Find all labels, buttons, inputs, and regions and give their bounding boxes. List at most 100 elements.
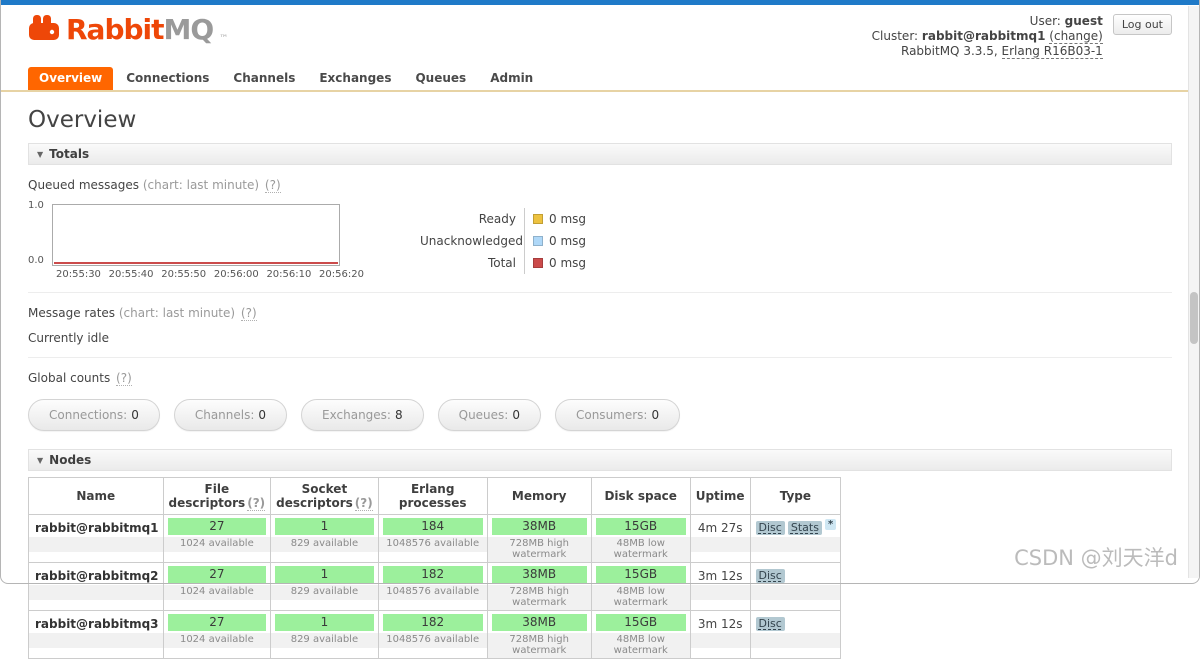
type-cell: Disc Stats *	[749, 514, 842, 563]
x-tick: 20:55:30	[56, 269, 101, 280]
memory-cell: 38MB 728MB high watermark	[486, 562, 592, 611]
usage-bar: 1	[275, 614, 374, 631]
node-name-cell: rabbit@rabbitmq2	[28, 562, 164, 611]
pill-value: 0	[131, 408, 139, 422]
tab-queues[interactable]: Queues	[404, 67, 477, 90]
pill-value: 0	[651, 408, 660, 422]
cluster-value: rabbit@rabbitmq1	[921, 29, 1046, 43]
legend-swatch-total	[533, 258, 543, 268]
col-type: Type	[749, 477, 842, 515]
queued-messages-chart-area: 1.0 0.0 20:55:30 20:55:40 20:55:50 20:56…	[28, 200, 1172, 280]
file-descriptors-help-icon[interactable]: (?)	[247, 496, 266, 511]
disk-space-cell: 15GB 48MB low watermark	[590, 562, 691, 611]
usage-bar: 27	[167, 518, 267, 535]
nodes-table: Name File descriptors (?) Socket descript…	[28, 477, 842, 659]
usage-bar: 27	[167, 566, 267, 583]
divider	[28, 357, 1172, 358]
node-row-rabbitmq1: rabbit@rabbitmq1 27 1024 available 1 829 a…	[28, 514, 842, 563]
legend-value-unacknowledged: 0 msg	[549, 234, 587, 248]
x-tick: 20:56:10	[266, 269, 312, 280]
pill-value: 0	[512, 408, 520, 422]
memory-cell: 38MB 728MB high watermark	[486, 514, 592, 563]
page-title: Overview	[28, 107, 137, 133]
pill-label: Connections:	[49, 408, 128, 422]
pill-value: 8	[394, 408, 403, 422]
message-rates-help-icon[interactable]: (?)	[240, 306, 257, 321]
tab-admin[interactable]: Admin	[479, 67, 544, 90]
header-meta-block: User: guest Cluster: rabbit@rabbitmq1 (c…	[872, 14, 1172, 59]
logo-wordmark: RabbitMQ	[66, 13, 214, 46]
logo-text-rabbit: Rabbit	[66, 13, 165, 46]
legend-entry-total: 0 msg	[524, 252, 586, 274]
logout-button[interactable]: Log out	[1112, 14, 1172, 35]
legend-entry-ready: 0 msg	[524, 208, 586, 230]
section-header-totals[interactable]: ▼ Totals	[28, 143, 1172, 165]
usage-bar: 27	[167, 614, 267, 631]
tab-connections[interactable]: Connections	[115, 67, 220, 90]
legend-value-ready: 0 msg	[549, 212, 587, 226]
disk-space-cell: 15GB 48MB low watermark	[590, 610, 691, 659]
nodes-table-header-row: Name File descriptors (?) Socket descript…	[28, 477, 842, 515]
pill-value: 0	[258, 408, 267, 422]
col-memory: Memory	[486, 477, 592, 515]
queued-messages-heading: Queued messages (chart: last minute) (?)	[28, 178, 1172, 193]
file-descriptors-cell: 27 1024 available	[162, 610, 272, 659]
x-tick: 20:55:40	[108, 269, 154, 280]
col-socket-descriptors: Socket descriptors (?)	[270, 477, 379, 515]
memory-cell: 38MB 728MB high watermark	[486, 610, 592, 659]
node-type-badge-disc: Disc	[755, 569, 785, 583]
usage-bar: 182	[382, 566, 483, 583]
queued-messages-chart	[52, 204, 340, 266]
node-type-badge-stats: Stats	[787, 521, 822, 535]
rabbit-icon	[29, 15, 59, 40]
tab-exchanges[interactable]: Exchanges	[308, 67, 402, 90]
file-descriptors-cell: 27 1024 available	[162, 562, 272, 611]
pill-label: Consumers:	[575, 408, 648, 422]
pill-label: Queues:	[458, 408, 509, 422]
legend-label-ready: Ready	[478, 212, 516, 226]
tab-overview[interactable]: Overview	[28, 67, 114, 90]
legend-value-total: 0 msg	[549, 256, 587, 270]
global-counts-help-icon[interactable]: (?)	[116, 371, 132, 386]
usage-bar: 38MB	[491, 518, 587, 535]
user-label: User:	[1029, 14, 1061, 28]
erlang-version-link[interactable]: Erlang R16B03-1	[1001, 44, 1103, 59]
count-pill-consumers: Consumers: 0	[554, 399, 681, 431]
section-header-nodes[interactable]: ▼ Nodes	[28, 449, 1172, 471]
file-descriptors-cell: 27 1024 available	[162, 514, 272, 563]
version-line: RabbitMQ 3.3.5, Erlang R16B03-1	[872, 44, 1103, 59]
node-type-badge-disc: Disc	[755, 617, 785, 631]
queued-messages-help-icon[interactable]: (?)	[264, 178, 281, 193]
cluster-change-link[interactable]: (change)	[1049, 29, 1103, 44]
col-erlang-processes: Erlang processes	[377, 477, 488, 515]
chart-total-series-line	[54, 262, 338, 264]
global-counts-label: Global counts	[28, 371, 111, 385]
session-info: User: guest Cluster: rabbit@rabbitmq1 (c…	[872, 14, 1103, 59]
scrollbar-thumb[interactable]	[1190, 292, 1198, 344]
usage-bar: 1	[275, 566, 374, 583]
global-counts-pills: Connections: 0 Channels: 0 Exchanges: 8 Que…	[28, 399, 1172, 431]
legend-label-total: Total	[487, 256, 516, 270]
type-cell: Disc	[749, 610, 842, 659]
tab-channels[interactable]: Channels	[222, 67, 306, 90]
legend-swatch-ready	[533, 214, 543, 224]
cluster-line: Cluster: rabbit@rabbitmq1 (change)	[872, 29, 1103, 44]
usage-bar: 182	[382, 614, 483, 631]
socket-descriptors-cell: 1 829 available	[270, 562, 379, 611]
count-pill-channels: Channels: 0	[173, 399, 288, 431]
rabbitmq-logo: RabbitMQ ™	[28, 14, 228, 46]
node-name-cell: rabbit@rabbitmq3	[28, 610, 164, 659]
x-tick: 20:56:20	[319, 269, 364, 280]
col-disk-space: Disk space	[590, 477, 691, 515]
socket-descriptors-help-icon[interactable]: (?)	[354, 496, 373, 511]
queued-messages-label: Queued messages	[28, 178, 140, 192]
node-type-badge-disc: Disc	[755, 521, 785, 535]
chart-x-axis-labels: 20:55:30 20:55:40 20:55:50 20:56:00 20:5…	[56, 269, 364, 280]
count-pill-exchanges: Exchanges: 8	[301, 399, 424, 431]
trademark-symbol: ™	[219, 34, 229, 44]
socket-descriptors-cell: 1 829 available	[270, 514, 379, 563]
version-text: RabbitMQ 3.3.5,	[901, 44, 998, 58]
chart-legend: Ready 0 msg Unacknowledged 0 msg Total 0…	[420, 208, 586, 280]
user-line: User: guest	[872, 14, 1103, 29]
node-row-rabbitmq2: rabbit@rabbitmq2 27 1024 available 1 829 a…	[28, 562, 842, 611]
